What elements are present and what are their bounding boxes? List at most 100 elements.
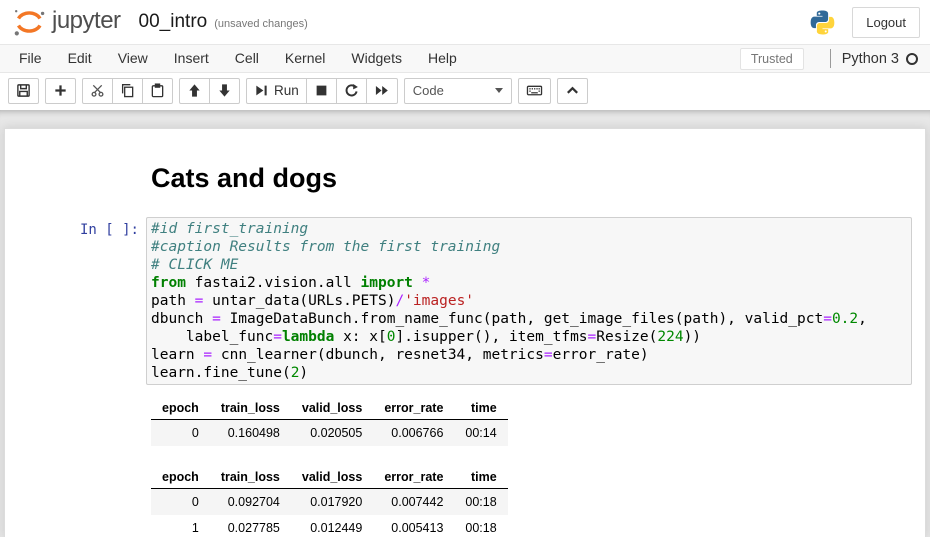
logout-button[interactable]: Logout bbox=[852, 7, 920, 38]
menu-list: FileEditViewInsertCellKernelWidgetsHelp bbox=[6, 45, 470, 72]
markdown-heading: Cats and dogs bbox=[151, 163, 925, 193]
move-cell-down-button[interactable] bbox=[209, 78, 240, 104]
code-line: label_func=lambda x: x[0].isupper(), ite… bbox=[151, 328, 907, 346]
fast-forward-icon bbox=[374, 83, 390, 98]
interrupt-kernel-button[interactable] bbox=[306, 78, 337, 104]
training-output-table: epochtrain_lossvalid_losserror_ratetime0… bbox=[151, 466, 508, 537]
code-input-area[interactable]: #id first_training#caption Results from … bbox=[146, 217, 912, 385]
paste-icon bbox=[150, 83, 165, 98]
menu-item-kernel[interactable]: Kernel bbox=[272, 45, 338, 72]
checkpoint-status: (unsaved changes) bbox=[214, 18, 308, 30]
kernel-divider bbox=[830, 49, 831, 68]
table-row: 00.1604980.0205050.00676600:14 bbox=[151, 420, 508, 447]
column-header-train_loss: train_loss bbox=[210, 466, 291, 489]
menu-item-file[interactable]: File bbox=[6, 45, 55, 72]
column-header-valid_loss: valid_loss bbox=[291, 466, 373, 489]
table-cell: 0.017920 bbox=[291, 489, 373, 516]
table-cell: 0.027785 bbox=[210, 515, 291, 537]
arrow-up-icon bbox=[187, 83, 202, 98]
code-text: #id first_training#caption Results from … bbox=[151, 220, 907, 382]
code-line: #id first_training bbox=[151, 220, 907, 238]
code-line: from fastai2.vision.all import * bbox=[151, 274, 907, 292]
run-button-label: Run bbox=[274, 83, 299, 98]
floppy-icon bbox=[16, 83, 31, 98]
markdown-cell[interactable]: Cats and dogs bbox=[5, 163, 925, 193]
copy-icon bbox=[120, 83, 135, 98]
menu-item-insert[interactable]: Insert bbox=[161, 45, 222, 72]
input-prompt: In [ ]: bbox=[5, 217, 146, 385]
column-header-epoch: epoch bbox=[151, 397, 210, 420]
cell-type-select[interactable]: Code bbox=[404, 78, 512, 104]
column-header-error_rate: error_rate bbox=[373, 397, 454, 420]
code-line: path = untar_data(URLs.PETS)/'images' bbox=[151, 292, 907, 310]
column-header-time: time bbox=[454, 466, 507, 489]
command-palette-button[interactable] bbox=[518, 78, 551, 104]
table-row: 10.0277850.0124490.00541300:18 bbox=[151, 515, 508, 537]
kernel-name-label: Python 3 bbox=[842, 51, 899, 67]
notebook-header: jupyter 00_intro (unsaved changes) Logou… bbox=[0, 0, 930, 44]
menu-item-edit[interactable]: Edit bbox=[55, 45, 105, 72]
python-logo-icon bbox=[809, 9, 836, 36]
kernel-idle-circle-icon bbox=[906, 53, 918, 65]
table-row: 00.0927040.0179200.00744200:18 bbox=[151, 489, 508, 516]
menu-item-help[interactable]: Help bbox=[415, 45, 470, 72]
chevron-up-icon bbox=[565, 83, 580, 98]
refresh-icon bbox=[344, 83, 359, 98]
jupyter-wordmark: jupyter bbox=[52, 6, 121, 36]
copy-button[interactable] bbox=[112, 78, 143, 104]
table-cell: 0 bbox=[151, 420, 210, 447]
table-cell: 00:18 bbox=[454, 489, 507, 516]
trusted-badge[interactable]: Trusted bbox=[740, 48, 804, 70]
cut-button[interactable] bbox=[82, 78, 113, 104]
table-cell: 00:18 bbox=[454, 515, 507, 537]
menu-item-widgets[interactable]: Widgets bbox=[338, 45, 415, 72]
column-header-epoch: epoch bbox=[151, 466, 210, 489]
table-cell: 0.160498 bbox=[210, 420, 291, 447]
table-cell: 0 bbox=[151, 489, 210, 516]
move-cell-up-button[interactable] bbox=[179, 78, 210, 104]
notebook-container: Cats and dogs In [ ]: #id first_training… bbox=[4, 128, 926, 537]
insert-cell-below-button[interactable] bbox=[45, 78, 76, 104]
paste-button[interactable] bbox=[142, 78, 173, 104]
code-cell[interactable]: In [ ]: #id first_training#caption Resul… bbox=[5, 217, 925, 385]
keyboard-icon bbox=[526, 83, 543, 98]
table-cell: 00:14 bbox=[454, 420, 507, 447]
caret-down-icon bbox=[495, 88, 503, 93]
plus-icon bbox=[53, 83, 68, 98]
scissors-icon bbox=[90, 83, 105, 98]
table-cell: 0.012449 bbox=[291, 515, 373, 537]
notebook-site: Cats and dogs In [ ]: #id first_training… bbox=[0, 110, 930, 537]
jupyter-logo[interactable]: jupyter bbox=[12, 6, 121, 38]
table-cell: 1 bbox=[151, 515, 210, 537]
column-header-time: time bbox=[454, 397, 507, 420]
table-cell: 0.092704 bbox=[210, 489, 291, 516]
column-header-train_loss: train_loss bbox=[210, 397, 291, 420]
code-line: # CLICK ME bbox=[151, 256, 907, 274]
run-button[interactable]: Run bbox=[246, 78, 307, 104]
run-icon bbox=[254, 83, 269, 98]
table-cell: 0.005413 bbox=[373, 515, 454, 537]
toolbar: Run Code bbox=[0, 73, 930, 110]
table-cell: 0.020505 bbox=[291, 420, 373, 447]
training-output-table: epochtrain_lossvalid_losserror_ratetime0… bbox=[151, 397, 508, 446]
restart-run-all-button[interactable] bbox=[366, 78, 398, 104]
menu-item-view[interactable]: View bbox=[105, 45, 161, 72]
code-line: learn.fine_tune(2) bbox=[151, 364, 907, 382]
column-header-valid_loss: valid_loss bbox=[291, 397, 373, 420]
jupyter-logo-icon bbox=[12, 6, 46, 38]
restart-kernel-button[interactable] bbox=[336, 78, 367, 104]
save-button[interactable] bbox=[8, 78, 39, 104]
table-cell: 0.006766 bbox=[373, 420, 454, 447]
collapse-toolbar-button[interactable] bbox=[557, 78, 588, 104]
arrow-down-icon bbox=[217, 83, 232, 98]
code-line: learn = cnn_learner(dbunch, resnet34, me… bbox=[151, 346, 907, 364]
menubar: FileEditViewInsertCellKernelWidgetsHelp … bbox=[0, 44, 930, 73]
code-line: #caption Results from the first training bbox=[151, 238, 907, 256]
output-area: epochtrain_lossvalid_losserror_ratetime0… bbox=[151, 397, 925, 537]
cell-type-value: Code bbox=[413, 83, 444, 98]
code-line: dbunch = ImageDataBunch.from_name_func(p… bbox=[151, 310, 907, 328]
column-header-error_rate: error_rate bbox=[373, 466, 454, 489]
notebook-title[interactable]: 00_intro bbox=[139, 11, 208, 33]
stop-icon bbox=[314, 83, 329, 98]
menu-item-cell[interactable]: Cell bbox=[222, 45, 272, 72]
